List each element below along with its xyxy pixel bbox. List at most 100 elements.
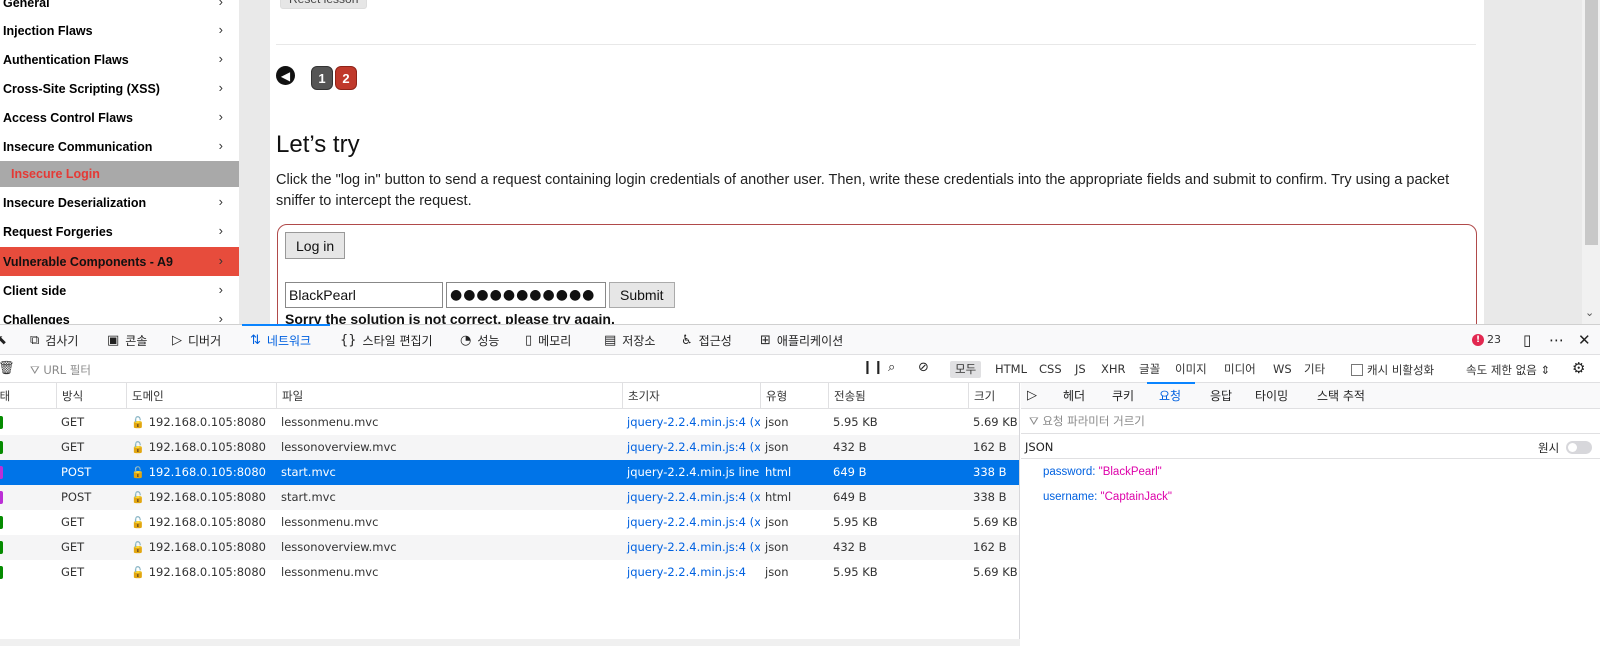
error-count-badge[interactable]: ! 23	[1472, 333, 1501, 346]
cell-initiator[interactable]: jquery-2.2.4.min.js:4 (x...	[622, 535, 760, 560]
table-row[interactable]: 200 GET 🔓192.168.0.105:8080 lessonoverview.…	[0, 535, 1019, 560]
clear-requests-icon[interactable]: 🗑	[0, 361, 15, 376]
menu-item-insecure-login[interactable]: Insecure Login	[0, 161, 239, 187]
block-icon[interactable]: ⊘	[918, 360, 929, 375]
password-field[interactable]: ●●●●●●●●●●●	[446, 282, 606, 308]
menu-item-injection-flaws[interactable]: Injection Flaws ›	[0, 16, 239, 45]
cell-type: json	[765, 515, 789, 529]
menu-item-insecure-communication[interactable]: Insecure Communication ›	[0, 132, 239, 161]
menu-item-insecure-deserialization[interactable]: Insecure Deserialization ›	[0, 188, 239, 217]
cell-initiator[interactable]: jquery-2.2.4.min.js:4 (x...	[622, 485, 760, 510]
table-row[interactable]: 200 GET 🔓192.168.0.105:8080 lessonmenu.mvc j…	[0, 410, 1019, 435]
table-row[interactable]: 305 POST 🔓192.168.0.105:8080 start.mvc jquer…	[0, 485, 1019, 510]
table-row[interactable]: 305 POST 🔓192.168.0.105:8080 start.mvc jquer…	[0, 460, 1019, 485]
column-transferred[interactable]: 전송됨	[828, 383, 968, 409]
tab-stack-trace[interactable]: 스택 추적	[1317, 383, 1365, 409]
menu-item-vulnerable-components[interactable]: Vulnerable Components - A9 ›	[0, 247, 239, 276]
cell-type: json	[765, 540, 789, 554]
filter-media[interactable]: 미디어	[1219, 361, 1261, 378]
scroll-down-icon[interactable]: ⌄	[1585, 306, 1594, 319]
menu-item-request-forgeries[interactable]: Request Forgeries ›	[0, 217, 239, 246]
tab-response[interactable]: 응답	[1210, 383, 1232, 409]
username-field[interactable]	[285, 282, 443, 308]
filter-css[interactable]: CSS	[1034, 361, 1067, 378]
submit-button[interactable]: Submit	[609, 282, 675, 308]
toggle-sidebar-icon[interactable]: ▷	[1027, 383, 1037, 409]
chevron-right-icon: ›	[218, 282, 223, 297]
pause-icon[interactable]: ❙❙	[862, 360, 884, 375]
column-initiator[interactable]: 초기자	[622, 383, 760, 409]
status-code: 200	[0, 516, 3, 529]
column-file[interactable]: 파일	[276, 383, 622, 409]
responsive-design-icon[interactable]: ▯	[1523, 331, 1531, 349]
table-row[interactable]: 200 GET 🔓192.168.0.105:8080 lessonmenu.mvc j…	[0, 510, 1019, 535]
tab-request[interactable]: 요청	[1159, 383, 1181, 409]
tab-application[interactable]: ⊞ 애플리케이션	[760, 325, 843, 355]
table-row[interactable]: 200 GET 🔓192.168.0.105:8080 lessonoverview.…	[0, 435, 1019, 460]
disable-cache-checkbox[interactable]: 캐시 비활성화	[1351, 362, 1434, 378]
column-type[interactable]: 유형	[760, 383, 828, 409]
reset-lesson-button[interactable]: Reset lesson	[280, 0, 368, 9]
request-details-panel: ▷ 헤더 쿠키 요청 응답 타이밍 스택 추적 ⛛ 요청 파라미터 거르기 JS…	[1021, 382, 1600, 646]
filter-ws[interactable]: WS	[1268, 361, 1297, 378]
page-link-1[interactable]: 1	[311, 66, 333, 90]
cell-file: lessonmenu.mvc	[281, 415, 379, 429]
menu-item-xss[interactable]: Cross-Site Scripting (XSS) ›	[0, 74, 239, 103]
tab-timings[interactable]: 타이밍	[1255, 383, 1288, 409]
cell-method: POST	[61, 465, 92, 479]
page-link-2[interactable]: 2	[335, 66, 357, 90]
tab-console[interactable]: ▣ 콘솔	[107, 325, 147, 355]
cell-initiator[interactable]: jquery-2.2.4.min.js:4 (x...	[622, 510, 760, 535]
tab-memory[interactable]: ▯ 메모리	[525, 325, 571, 355]
more-options-icon[interactable]: ⋯	[1549, 331, 1564, 349]
menu-item-client-side[interactable]: Client side ›	[0, 276, 239, 305]
column-method[interactable]: 방식	[56, 383, 126, 409]
raw-toggle[interactable]	[1566, 441, 1592, 454]
tab-inspector[interactable]: ⧉ 검사기	[30, 325, 78, 355]
status-badge: 200	[0, 535, 54, 560]
tab-accessibility[interactable]: ♿ 접근성	[681, 325, 732, 355]
filter-fonts[interactable]: 글꼴	[1134, 361, 1165, 378]
tab-style-editor[interactable]: {} 스타일 편집기	[340, 325, 433, 355]
cell-transferred: 649 B	[833, 465, 867, 479]
scrollbar-thumb[interactable]	[1585, 0, 1598, 245]
menu-item-general[interactable]: General ›	[0, 0, 239, 17]
menu-item-access-control-flaws[interactable]: Access Control Flaws ›	[0, 103, 239, 132]
gear-icon[interactable]: ⚙	[1572, 359, 1585, 377]
tab-debugger[interactable]: ▷ 디버거	[172, 325, 221, 355]
menu-item-challenges[interactable]: Challenges ›	[0, 305, 239, 324]
log-in-button[interactable]: Log in	[285, 232, 346, 259]
filter-xhr[interactable]: XHR	[1096, 361, 1131, 378]
cell-initiator[interactable]: jquery-2.2.4.min.js:4 (x...	[622, 435, 760, 460]
request-param-filter-input[interactable]: ⛛ 요청 파라미터 거르기	[1029, 413, 1145, 429]
page-scrollbar[interactable]: ⌄	[1582, 0, 1600, 324]
table-row[interactable]: 200 GET 🔓192.168.0.105:8080 lessonmenu.mvc j…	[0, 560, 1019, 585]
filter-all[interactable]: 모두	[950, 361, 982, 378]
column-status[interactable]: 상태	[0, 383, 54, 409]
filter-other[interactable]: 기타	[1299, 361, 1330, 378]
insecure-connection-icon: 🔓	[131, 466, 145, 479]
cell-initiator[interactable]: jquery-2.2.4.min.js line...	[622, 460, 760, 485]
tab-headers[interactable]: 헤더	[1063, 383, 1085, 409]
column-domain[interactable]: 도메인	[126, 383, 276, 409]
tab-performance[interactable]: ◔ 성능	[460, 325, 499, 355]
tab-network[interactable]: ⇅ 네트워크	[250, 325, 311, 355]
filter-html[interactable]: HTML	[990, 361, 1032, 378]
throttling-select[interactable]: 속도 제한 없음 ⇕	[1466, 362, 1550, 378]
search-icon[interactable]: ⌕	[888, 360, 895, 375]
filter-js[interactable]: JS	[1070, 361, 1091, 378]
menu-item-authentication-flaws[interactable]: Authentication Flaws ›	[0, 45, 239, 74]
tab-cookies[interactable]: 쿠키	[1112, 383, 1134, 409]
filter-images[interactable]: 이미지	[1170, 361, 1212, 378]
column-size[interactable]: 크기	[968, 383, 1019, 409]
cell-size: 162 B	[973, 540, 1007, 554]
previous-page-icon[interactable]: ◀	[276, 66, 295, 85]
close-icon[interactable]: ✕	[1578, 331, 1591, 349]
cell-initiator[interactable]: jquery-2.2.4.min.js:4 (x...	[622, 410, 760, 435]
chevron-right-icon: ›	[218, 80, 223, 95]
cell-initiator[interactable]: jquery-2.2.4.min.js:4	[622, 560, 760, 585]
json-section-header: JSON 원시	[1021, 433, 1600, 459]
url-filter-input[interactable]: ⛛ URL 필터	[30, 362, 91, 378]
tab-storage[interactable]: ▤ 저장소	[604, 325, 655, 355]
element-picker-icon[interactable]: ⬉	[0, 325, 7, 355]
